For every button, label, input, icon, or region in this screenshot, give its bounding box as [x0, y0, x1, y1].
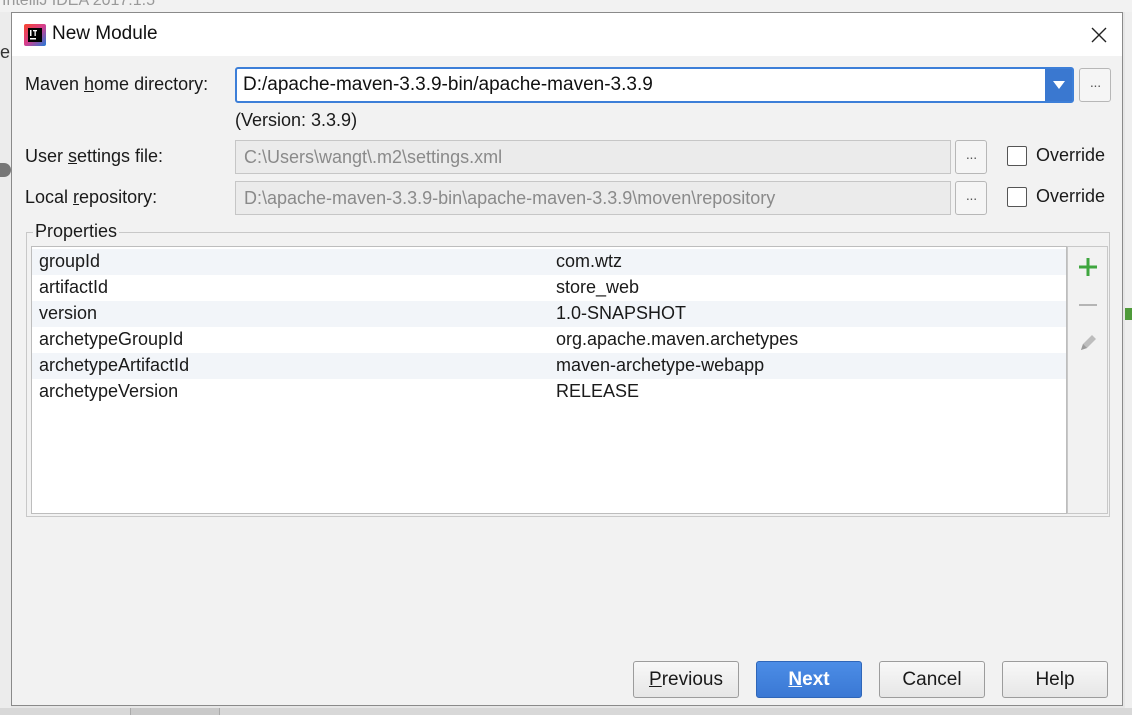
close-button[interactable]: [1076, 13, 1122, 56]
user-settings-override-checkbox[interactable]: [1007, 146, 1027, 166]
next-button[interactable]: Next: [756, 661, 862, 698]
properties-toolbar: [1067, 246, 1108, 514]
user-settings-label-pre: User: [25, 146, 69, 166]
previous-button-mnemonic: P: [649, 668, 662, 690]
next-button-mnemonic: N: [788, 668, 803, 690]
local-repository-label-pre: Local: [25, 187, 74, 207]
table-row[interactable]: artifactId store_web: [32, 275, 1066, 301]
property-key: archetypeVersion: [39, 381, 179, 401]
local-repository-value: D:\apache-maven-3.3.9-bin\apache-maven-3…: [244, 188, 776, 208]
maven-home-label-post: ome directory:: [94, 74, 209, 94]
local-repository-label: Local repository:: [25, 187, 157, 208]
maven-home-browse-button[interactable]: ···: [1079, 68, 1111, 102]
intellij-app-icon: [24, 24, 46, 46]
help-button[interactable]: Help: [1002, 661, 1108, 698]
user-settings-label-post: ettings file:: [77, 146, 164, 166]
property-key: groupId: [39, 251, 101, 271]
remove-property-button[interactable]: [1076, 293, 1100, 317]
table-row[interactable]: archetypeArtifactId maven-archetype-weba…: [32, 353, 1066, 379]
maven-home-value: D:/apache-maven-3.3.9-bin/apache-maven-3…: [243, 74, 653, 95]
maven-home-combobox[interactable]: D:/apache-maven-3.3.9-bin/apache-maven-3…: [235, 67, 1074, 103]
property-value: 1.0-SNAPSHOT: [556, 303, 687, 323]
new-module-dialog: New Module Maven home directory: D:/apac…: [11, 12, 1123, 706]
dialog-titlebar[interactable]: New Module: [12, 13, 1122, 56]
cancel-button[interactable]: Cancel: [879, 661, 985, 698]
maven-home-label-pre: Maven: [25, 74, 85, 94]
table-row[interactable]: groupId com.wtz: [32, 249, 1066, 275]
property-key: version: [39, 303, 98, 323]
previous-button-label: revious: [661, 668, 723, 690]
local-repository-field[interactable]: D:\apache-maven-3.3.9-bin\apache-maven-3…: [235, 181, 951, 215]
property-key: archetypeArtifactId: [39, 355, 190, 375]
previous-button[interactable]: Previous: [633, 661, 739, 698]
maven-home-dropdown-button[interactable]: [1045, 69, 1072, 101]
plus-icon: [1079, 258, 1097, 276]
property-value: org.apache.maven.archetypes: [556, 329, 799, 349]
table-row[interactable]: archetypeVersion RELEASE: [32, 379, 1066, 405]
property-key: archetypeGroupId: [39, 329, 184, 349]
properties-title: Properties: [33, 221, 120, 242]
user-settings-label-mnemonic: s: [68, 146, 78, 166]
user-settings-override-label[interactable]: Override: [1036, 145, 1105, 166]
chevron-down-icon: [1052, 81, 1065, 89]
local-repository-browse-button[interactable]: ···: [955, 181, 987, 215]
maven-home-label: Maven home directory:: [25, 74, 208, 95]
background-ide-right-strip: [1125, 12, 1132, 708]
background-ide-titlebar: IntelliJ IDEA 2017.1.5: [0, 0, 1132, 12]
dialog-title: New Module: [52, 23, 158, 44]
user-settings-field[interactable]: C:\Users\wangt\.m2\settings.xml: [235, 140, 951, 174]
maven-version-text: (Version: 3.3.9): [235, 110, 358, 130]
background-tab: [130, 708, 220, 715]
property-value: maven-archetype-webapp: [556, 355, 765, 375]
property-key: artifactId: [39, 277, 109, 297]
user-settings-value: C:\Users\wangt\.m2\settings.xml: [244, 147, 503, 167]
pencil-icon: [1081, 335, 1096, 350]
local-repository-label-post: epository:: [79, 187, 158, 207]
add-property-button[interactable]: [1076, 255, 1100, 279]
property-value: RELEASE: [556, 381, 640, 401]
close-icon: [1091, 27, 1107, 42]
background-marker-icon: [1125, 308, 1132, 320]
local-repository-override-label[interactable]: Override: [1036, 186, 1105, 207]
table-row[interactable]: version 1.0-SNAPSHOT: [32, 301, 1066, 327]
background-ide-bottom-strip: [0, 708, 1132, 715]
local-repository-override-checkbox[interactable]: [1007, 187, 1027, 207]
table-row[interactable]: archetypeGroupId org.apache.maven.archet…: [32, 327, 1066, 353]
minus-icon: [1079, 304, 1097, 306]
background-ide-left-strip: e: [0, 12, 11, 715]
edit-property-button[interactable]: [1076, 331, 1100, 355]
property-value: store_web: [556, 277, 640, 297]
user-settings-label: User settings file:: [25, 146, 163, 167]
background-ide-title: IntelliJ IDEA 2017.1.5: [2, 0, 155, 9]
background-settings-icon: [0, 163, 11, 177]
user-settings-browse-button[interactable]: ···: [955, 140, 987, 174]
next-button-label: ext: [802, 668, 830, 690]
maven-home-label-mnemonic: h: [84, 74, 95, 94]
property-value: com.wtz: [556, 251, 623, 271]
background-ide-menu-fragment: e: [0, 42, 11, 62]
properties-table[interactable]: groupId com.wtz artifactId store_web ver…: [31, 246, 1067, 514]
